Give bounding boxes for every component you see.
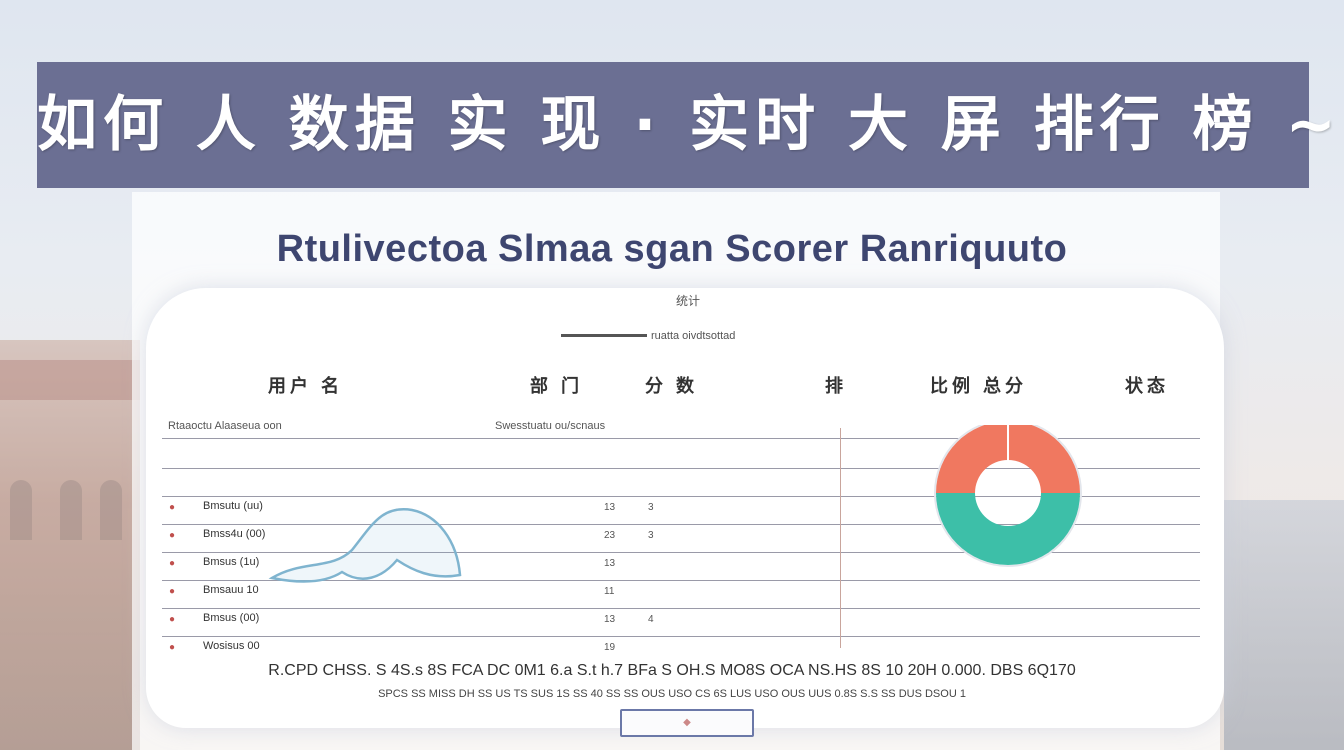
button-icon: ◆ — [683, 717, 691, 728]
header-score: 分 数 — [645, 376, 699, 396]
background-building-right — [1224, 500, 1344, 750]
header-status: 状态 — [1125, 376, 1169, 396]
header-department: 部 门 — [530, 376, 584, 396]
grid-line — [162, 608, 1200, 609]
row-label: Bmsutu (uu) — [203, 500, 263, 512]
header-rank: 排 — [825, 376, 847, 396]
table-caption-left: Rtaaoctu Alaaseua oon — [168, 420, 282, 432]
row-label: Bmsus (1u) — [203, 556, 260, 568]
sketch-curve — [268, 507, 462, 583]
subtitle: Rtulivectoa Slmaa sgan Scorer Ranriquuto — [276, 228, 1068, 270]
grid-line — [162, 636, 1200, 637]
donut-slice-teal — [936, 493, 1080, 565]
row-label: Bmsus (00) — [203, 612, 260, 624]
row-label: Bmss4u (00) — [203, 528, 266, 540]
header-ratio: 比例 总分 — [930, 376, 1028, 396]
action-button[interactable]: ◆ — [620, 709, 754, 737]
donut-chart — [934, 425, 1082, 567]
table-caption-mid: Swesstuatu ou/scnaus — [495, 420, 606, 432]
row-label: Wosisus 00 — [203, 640, 260, 652]
legend-line — [561, 334, 647, 337]
row-label: Bmsauu 10 — [203, 584, 259, 596]
banner-title: 如何 人 数据 实 现 · 实时 大 屏 排行 榜 ~ — [37, 90, 1342, 160]
footer-line-2: SPCS SS MISS DH SS US TS SUS 1S SS 40 SS… — [378, 688, 966, 700]
legend-caption: ruatta oivdtsottad — [651, 330, 736, 342]
header-username: 用户 名 — [268, 376, 344, 396]
column-divider — [840, 428, 841, 648]
footer-line-1: R.CPD CHSS. S 4S.s 8S FCA DC 0M1 6.a S.t… — [268, 662, 1076, 679]
small-caption: 统计 — [676, 294, 701, 308]
title-banner: 如何 人 数据 实 现 · 实时 大 屏 排行 榜 ~ — [37, 62, 1342, 188]
